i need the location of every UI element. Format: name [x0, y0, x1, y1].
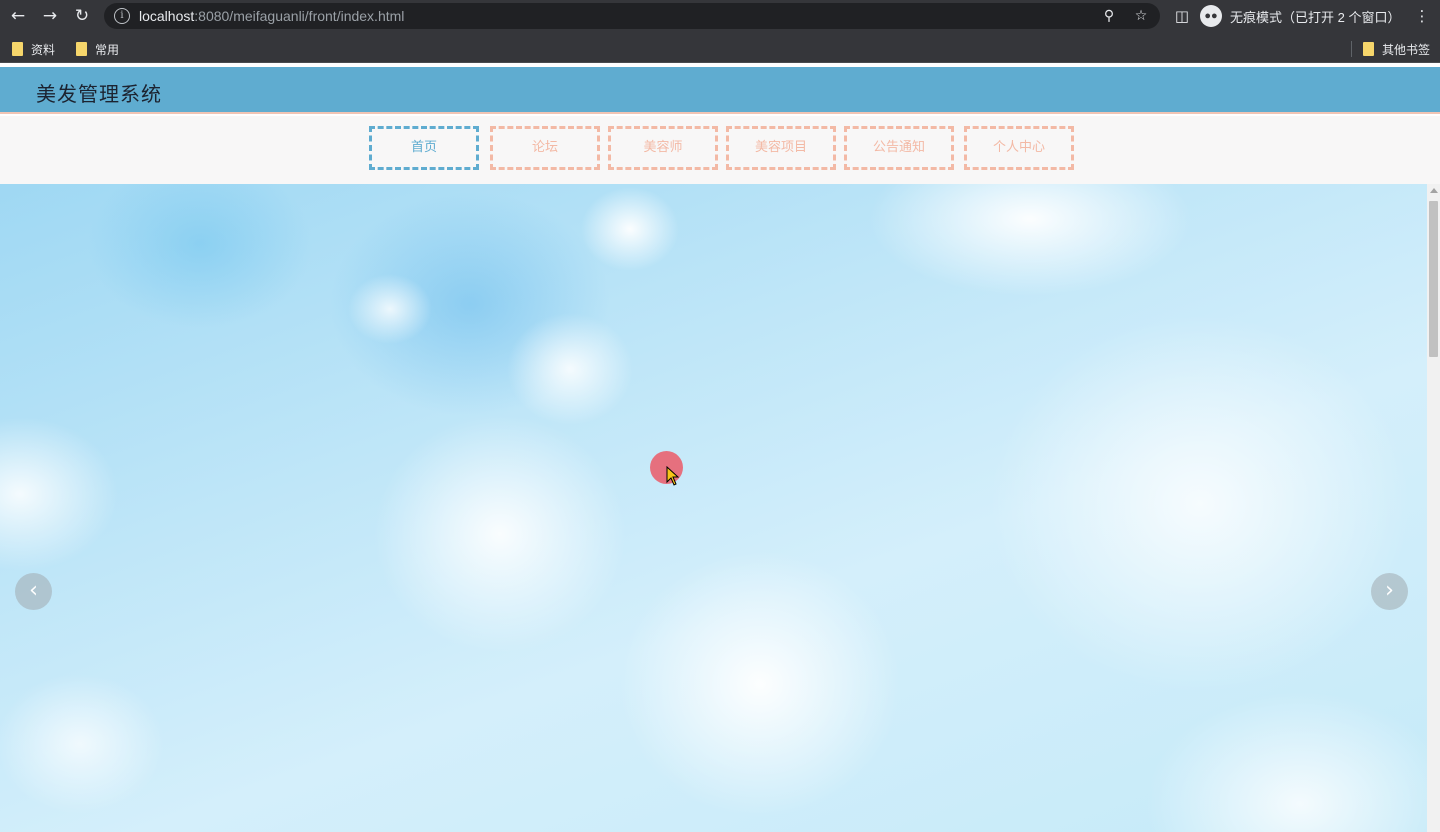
folder-icon — [76, 42, 87, 56]
url-path: :8080/meifaguanli/front/index.html — [194, 8, 405, 24]
other-bookmarks-label: 其他书签 — [1382, 42, 1431, 57]
reload-icon[interactable]: ↻ — [69, 4, 95, 28]
site-title: 美发管理系统 — [36, 82, 162, 106]
bookmarks-bar: 资料 常用 其他书签 — [0, 33, 1440, 63]
star-icon[interactable]: ☆ — [1132, 7, 1150, 25]
other-bookmarks[interactable]: 其他书签 — [1363, 40, 1430, 58]
address-bar[interactable]: i localhost:8080/meifaguanli/front/index… — [104, 3, 1160, 29]
chevron-left-icon[interactable]: ‹ — [15, 573, 52, 610]
nav-beauticians[interactable]: 美容师 — [608, 126, 718, 170]
bookmark-label: 资料 — [31, 42, 56, 57]
bookmark-divider — [1351, 41, 1352, 57]
main-nav: 首页 论坛 美容师 美容项目 公告通知 个人中心 — [0, 116, 1440, 184]
side-panel-icon[interactable]: ◫ — [1171, 5, 1193, 27]
url-text[interactable]: localhost:8080/meifaguanli/front/index.h… — [139, 3, 404, 29]
browser-toolbar: ← → ↻ i localhost:8080/meifaguanli/front… — [0, 0, 1440, 33]
nav-personal-center[interactable]: 个人中心 — [964, 126, 1074, 170]
incognito-label: 无痕模式（已打开 2 个窗口） — [1230, 9, 1401, 25]
cursor-icon — [666, 466, 680, 486]
nav-forum[interactable]: 论坛 — [490, 126, 600, 170]
forward-icon[interactable]: → — [37, 4, 63, 28]
site-info-icon[interactable]: i — [114, 8, 130, 24]
nav-announcements[interactable]: 公告通知 — [844, 126, 954, 170]
bookmark-folder-changyong[interactable]: 常用 — [76, 40, 119, 58]
bookmark-folder-ziliao[interactable]: 资料 — [12, 40, 55, 58]
menu-icon[interactable]: ⋮ — [1411, 5, 1433, 27]
banner-carousel: ‹ › — [0, 184, 1427, 832]
scroll-up-arrow-icon[interactable] — [1430, 188, 1438, 193]
incognito-indicator[interactable]: ●● 无痕模式（已打开 2 个窗口） — [1200, 4, 1400, 28]
folder-icon — [1363, 42, 1374, 56]
page-scrollbar[interactable] — [1427, 184, 1440, 832]
key-icon[interactable]: ⚲ — [1100, 7, 1118, 25]
folder-icon — [12, 42, 23, 56]
scroll-thumb[interactable] — [1429, 201, 1438, 357]
web-page: 美发管理系统 首页 论坛 美容师 美容项目 公告通知 个人中心 ‹ › — [0, 67, 1440, 832]
nav-home[interactable]: 首页 — [369, 126, 479, 170]
url-host: localhost — [139, 8, 195, 24]
chevron-right-icon[interactable]: › — [1371, 573, 1408, 610]
back-icon[interactable]: ← — [5, 4, 31, 28]
site-header: 美发管理系统 — [0, 67, 1440, 114]
bookmark-label: 常用 — [95, 42, 120, 57]
incognito-icon: ●● — [1200, 5, 1222, 27]
nav-beauty-projects[interactable]: 美容项目 — [726, 126, 836, 170]
